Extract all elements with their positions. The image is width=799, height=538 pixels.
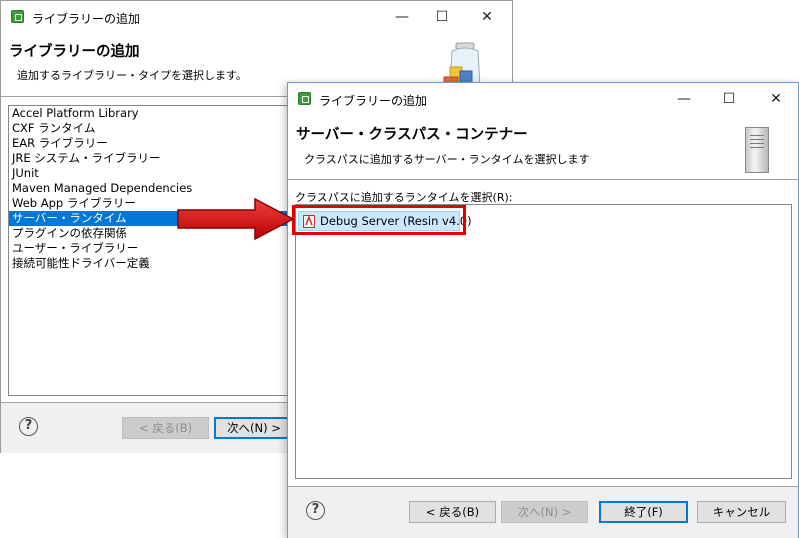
- runtime-list[interactable]: [295, 204, 792, 479]
- title-bar: ライブラリーの追加 — ☐ ✕: [1, 1, 512, 32]
- eclipse-app-icon: [11, 10, 24, 23]
- window-title: ライブラリーの追加: [32, 12, 141, 26]
- runtime-list-label: クラスパスに追加するランタイムを選択(R):: [295, 191, 513, 204]
- button-bar: ? < 戻る(B) 次へ(N) > 終了(F) キャンセル: [288, 487, 798, 538]
- list-item[interactable]: Accel Platform Library: [9, 106, 297, 121]
- back-button[interactable]: < 戻る(B): [409, 501, 496, 523]
- library-type-list[interactable]: Accel Platform Library CXF ランタイム EAR ライブ…: [8, 105, 298, 396]
- minimize-button[interactable]: —: [673, 89, 695, 109]
- list-item[interactable]: ユーザー・ライブラリー: [9, 241, 297, 256]
- page-description: 追加するライブラリー・タイプを選択します。: [17, 69, 247, 82]
- help-icon[interactable]: ?: [306, 501, 325, 520]
- back-button[interactable]: < 戻る(B): [122, 417, 209, 439]
- cancel-button[interactable]: キャンセル: [697, 501, 786, 523]
- next-button[interactable]: 次へ(N) >: [214, 417, 294, 439]
- close-button[interactable]: ✕: [476, 7, 498, 27]
- list-item[interactable]: EAR ライブラリー: [9, 136, 297, 151]
- help-icon[interactable]: ?: [19, 417, 38, 436]
- maximize-button[interactable]: ☐: [718, 89, 740, 109]
- header-separator: [288, 179, 798, 180]
- annotation-arrow-icon: [177, 197, 295, 241]
- eclipse-app-icon: [298, 92, 311, 105]
- maximize-button[interactable]: ☐: [431, 7, 453, 27]
- list-item[interactable]: CXF ランタイム: [9, 121, 297, 136]
- page-description: クラスパスに追加するサーバー・ランタイムを選択します: [304, 153, 590, 166]
- page-title: サーバー・クラスパス・コンテナー: [296, 127, 528, 143]
- finish-button[interactable]: 終了(F): [599, 501, 688, 523]
- add-library-dialog-front: ライブラリーの追加 — ☐ ✕ サーバー・クラスパス・コンテナー クラスパスに追…: [287, 82, 799, 538]
- title-bar: ライブラリーの追加 — ☐ ✕: [288, 83, 798, 114]
- page-title: ライブラリーの追加: [9, 44, 140, 60]
- next-button[interactable]: 次へ(N) >: [501, 501, 588, 523]
- list-item[interactable]: Maven Managed Dependencies: [9, 181, 297, 196]
- wizard-header: サーバー・クラスパス・コンテナー クラスパスに追加するサーバー・ランタイムを選択…: [288, 114, 798, 178]
- annotation-highlight-box: [292, 205, 466, 235]
- minimize-button[interactable]: —: [391, 7, 413, 27]
- server-icon: [745, 127, 769, 173]
- list-item[interactable]: JRE システム・ライブラリー: [9, 151, 297, 166]
- close-button[interactable]: ✕: [765, 89, 787, 109]
- window-title: ライブラリーの追加: [319, 94, 428, 108]
- list-item[interactable]: JUnit: [9, 166, 297, 181]
- list-item[interactable]: 接続可能性ドライバー定義: [9, 256, 297, 271]
